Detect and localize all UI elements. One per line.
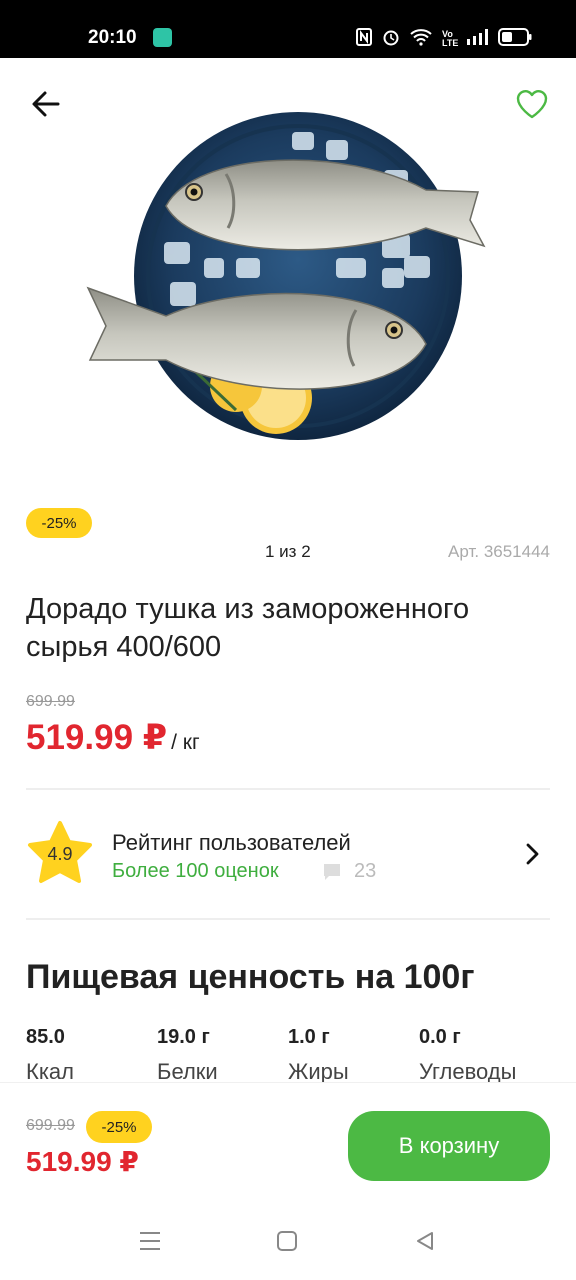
heart-icon bbox=[516, 90, 548, 119]
wifi-icon bbox=[410, 28, 432, 49]
system-nav-bar bbox=[0, 1194, 576, 1280]
app-notification-icon bbox=[153, 28, 172, 47]
comment-icon bbox=[324, 864, 340, 880]
old-price: 699.99 bbox=[26, 1117, 75, 1134]
article-number: Арт. 3651444 bbox=[448, 542, 550, 561]
nutrition-label: Ккал bbox=[26, 1059, 74, 1082]
current-price: 519.99 ₽ bbox=[26, 1146, 139, 1177]
status-icons: Vo LTE bbox=[356, 28, 532, 49]
nutrition-item-kcal: 85.0 Ккал bbox=[26, 1026, 157, 1082]
arrow-left-icon bbox=[32, 91, 60, 117]
nutrition-label: Белки bbox=[157, 1059, 218, 1082]
nutrition-value: 1.0 г bbox=[288, 1026, 330, 1048]
discount-badge: -25% bbox=[26, 508, 92, 538]
purchase-bar: 699.99 -25% 519.99 ₽ В корзину bbox=[0, 1082, 576, 1194]
volte-icon: Vo LTE bbox=[442, 28, 459, 48]
status-bar: 20:10 Vo LTE bbox=[0, 0, 576, 58]
nutrition-value: 85.0 bbox=[26, 1026, 65, 1048]
home-icon[interactable] bbox=[276, 1230, 298, 1252]
user-rating-row[interactable]: 4.9 Рейтинг пользователей Более 100 оцен… bbox=[26, 820, 550, 892]
price-unit: / кг bbox=[171, 731, 200, 754]
system-back-icon[interactable] bbox=[414, 1230, 436, 1252]
rating-title: Рейтинг пользователей bbox=[112, 830, 351, 855]
current-price: 519.99 ₽ bbox=[26, 718, 168, 757]
status-time: 20:10 bbox=[88, 27, 137, 48]
rating-count-link[interactable]: Более 100 оценок bbox=[112, 860, 279, 883]
nutrition-item-carbs: 0.0 г Углеводы bbox=[419, 1026, 550, 1082]
divider bbox=[26, 918, 550, 920]
nutrition-label: Углеводы bbox=[419, 1059, 517, 1082]
nutrition-table: 85.0 Ккал 19.0 г Белки 1.0 г Жиры 0.0 г … bbox=[26, 1026, 556, 1082]
product-title: Дорадо тушка из замороженного сырья 400/… bbox=[26, 593, 470, 663]
back-button[interactable] bbox=[28, 86, 64, 122]
add-to-cart-button[interactable]: В корзину bbox=[348, 1111, 550, 1181]
rating-value: 4.9 bbox=[47, 844, 73, 864]
product-image[interactable] bbox=[86, 110, 490, 450]
dorado-fish-image bbox=[86, 112, 486, 440]
nutrition-title: Пищевая ценность на 100г bbox=[26, 958, 475, 996]
comment-count: 23 bbox=[354, 860, 377, 882]
image-pager: 1 из 2 bbox=[265, 542, 311, 561]
signal-icon bbox=[466, 29, 488, 48]
nutrition-value: 19.0 г bbox=[157, 1026, 210, 1048]
divider bbox=[26, 788, 550, 790]
recent-apps-icon[interactable] bbox=[138, 1230, 162, 1252]
discount-badge: -25% bbox=[86, 1111, 152, 1143]
old-price: 699.99 bbox=[26, 693, 75, 710]
battery-icon bbox=[498, 28, 532, 49]
nutrition-item-protein: 19.0 г Белки bbox=[157, 1026, 288, 1082]
alarm-icon bbox=[382, 28, 400, 49]
favorite-button[interactable] bbox=[514, 86, 550, 122]
nfc-icon bbox=[356, 28, 372, 49]
chevron-right-icon bbox=[526, 843, 539, 865]
nutrition-value: 0.0 г bbox=[419, 1026, 461, 1048]
price-row: 519.99 ₽ / кг bbox=[26, 718, 200, 758]
nutrition-label: Жиры bbox=[288, 1059, 349, 1082]
nutrition-item-fat: 1.0 г Жиры bbox=[288, 1026, 419, 1082]
